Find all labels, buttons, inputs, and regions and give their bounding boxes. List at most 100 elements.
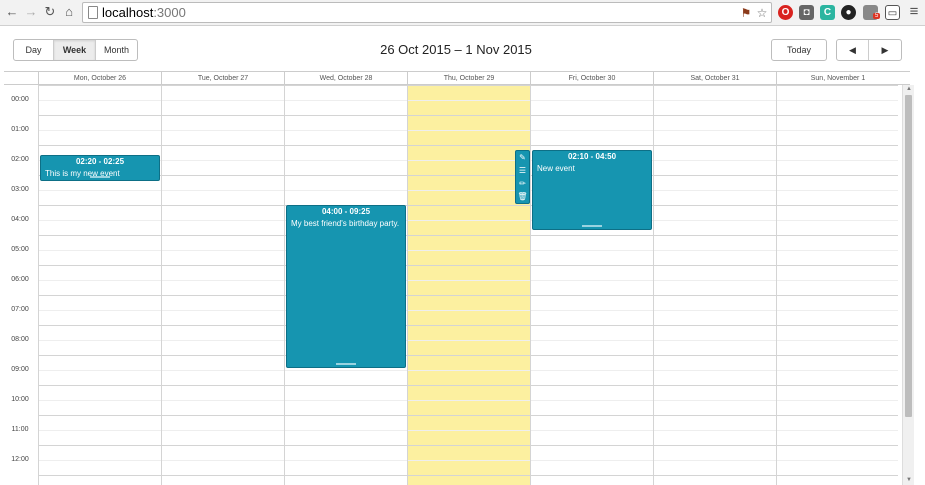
- hour-line: [38, 175, 898, 176]
- forward-icon[interactable]: →: [23, 4, 39, 20]
- resize-handle[interactable]: [90, 176, 110, 178]
- calendar-event[interactable]: 02:20 - 02:25 This is my new event: [40, 155, 160, 181]
- scroll-up-icon[interactable]: ▲: [903, 85, 915, 94]
- hour-line: [38, 235, 898, 236]
- hour-line: [38, 115, 898, 116]
- hour-line: [38, 325, 898, 326]
- edit-icon[interactable]: ✏: [516, 177, 529, 190]
- view-day-button[interactable]: Day: [14, 40, 54, 60]
- time-label: 11:00: [11, 426, 29, 433]
- resize-handle[interactable]: [336, 362, 356, 365]
- camera-icon[interactable]: ◘: [799, 5, 814, 20]
- reload-icon[interactable]: ↻: [42, 4, 58, 20]
- star-icon[interactable]: ☆: [755, 6, 769, 20]
- hour-line: [38, 415, 898, 416]
- half-hour-line: [38, 370, 898, 371]
- hour-line: [38, 85, 898, 86]
- hour-line: [38, 355, 898, 356]
- time-label: 08:00: [11, 336, 29, 343]
- scroll-down-icon[interactable]: ▼: [903, 476, 915, 485]
- event-title: My best friend's birthday party.: [291, 219, 400, 228]
- nav-group: ◀ ▶: [836, 39, 902, 61]
- half-hour-line: [38, 100, 898, 101]
- time-label: 03:00: [11, 186, 29, 193]
- event-title: New event: [537, 164, 575, 173]
- trash-icon[interactable]: 🗑: [516, 190, 529, 203]
- hour-line: [38, 295, 898, 296]
- day-header: Tue, October 27: [161, 72, 284, 85]
- day-column-border: [284, 85, 285, 485]
- half-hour-line: [38, 190, 898, 191]
- next-week-button[interactable]: ▶: [869, 40, 901, 60]
- day-header: Thu, October 29: [407, 72, 530, 85]
- half-hour-line: [38, 340, 898, 341]
- half-hour-line: [38, 430, 898, 431]
- cast-icon[interactable]: ▭: [885, 5, 900, 20]
- half-hour-line: [38, 460, 898, 461]
- pin-icon[interactable]: ✎: [516, 151, 529, 164]
- scroll-thumb[interactable]: [905, 95, 912, 417]
- home-icon[interactable]: ⌂: [61, 4, 77, 20]
- hour-line: [38, 445, 898, 446]
- ext-c-icon[interactable]: C: [820, 5, 835, 20]
- day-column-border: [653, 85, 654, 485]
- today-group: Today: [771, 39, 827, 61]
- time-label: 06:00: [11, 276, 29, 283]
- today-button[interactable]: Today: [772, 40, 826, 60]
- page: ← → ↻ ⌂ localhost:3000 ⚑ ☆ O ◘ C ● 5 ▭ ≡…: [0, 0, 925, 485]
- date-range-title: 26 Oct 2015 – 1 Nov 2015: [380, 42, 532, 57]
- opera-icon[interactable]: O: [778, 5, 793, 20]
- calendar-event[interactable]: 02:10 - 04:50 New event: [532, 150, 652, 230]
- time-label: 05:00: [11, 246, 29, 253]
- event-time: 02:20 - 02:25: [75, 157, 125, 166]
- menu-icon[interactable]: ≡: [906, 4, 922, 20]
- badge-count: 5: [873, 13, 881, 19]
- page-icon: [88, 6, 98, 19]
- address-bar[interactable]: localhost:3000 ⚑ ☆: [82, 2, 772, 23]
- hour-line: [38, 265, 898, 266]
- hour-line: [38, 205, 898, 206]
- calendar-event[interactable]: 04:00 - 09:25 My best friend's birthday p…: [286, 205, 406, 368]
- day-column-border: [530, 85, 531, 485]
- details-icon[interactable]: ☰: [516, 164, 529, 177]
- time-label: 07:00: [11, 306, 29, 313]
- view-month-button[interactable]: Month: [96, 40, 137, 60]
- half-hour-line: [38, 220, 898, 221]
- time-label: 04:00: [11, 216, 29, 223]
- day-header: Fri, October 30: [530, 72, 653, 85]
- day-header: Sun, November 1: [776, 72, 899, 85]
- dark-circle-icon[interactable]: ●: [841, 5, 856, 20]
- half-hour-line: [38, 250, 898, 251]
- url-text: localhost:3000: [102, 5, 186, 20]
- time-grid[interactable]: 00:00 01:00 02:00 03:00 04:00 05:00 06:00 07:00…: [4, 85, 898, 485]
- hour-line: [38, 145, 898, 146]
- time-label: 09:00: [11, 366, 29, 373]
- time-label: 10:00: [11, 396, 29, 403]
- day-column-border: [407, 85, 408, 485]
- time-label: 12:00: [11, 456, 29, 463]
- day-column-border: [38, 85, 39, 485]
- event-toolbar: ✎ ☰ ✏ 🗑: [515, 150, 530, 204]
- back-icon[interactable]: ←: [4, 4, 20, 20]
- day-header: Mon, October 26: [38, 72, 161, 85]
- half-hour-line: [38, 310, 898, 311]
- traffic-light-icon[interactable]: ⚑: [739, 6, 753, 20]
- day-header: Sat, October 31: [653, 72, 776, 85]
- browser-toolbar: ← → ↻ ⌂ localhost:3000 ⚑ ☆ O ◘ C ● 5 ▭ ≡: [0, 0, 925, 26]
- event-time: 04:00 - 09:25: [321, 207, 371, 216]
- time-label: 02:00: [11, 156, 29, 163]
- hour-line: [38, 475, 898, 476]
- view-switcher: Day Week Month: [13, 39, 138, 61]
- hour-line: [38, 385, 898, 386]
- view-week-button[interactable]: Week: [54, 40, 96, 60]
- vertical-scrollbar[interactable]: ▲ ▼: [902, 85, 914, 485]
- half-hour-line: [38, 400, 898, 401]
- day-column-border: [776, 85, 777, 485]
- day-header-row: Mon, October 26 Tue, October 27 Wed, Octob…: [4, 71, 910, 85]
- week-calendar: Mon, October 26 Tue, October 27 Wed, Octob…: [4, 71, 914, 485]
- day-column-border: [161, 85, 162, 485]
- half-hour-line: [38, 280, 898, 281]
- half-hour-line: [38, 130, 898, 131]
- resize-handle[interactable]: [582, 225, 602, 227]
- prev-week-button[interactable]: ◀: [837, 40, 869, 60]
